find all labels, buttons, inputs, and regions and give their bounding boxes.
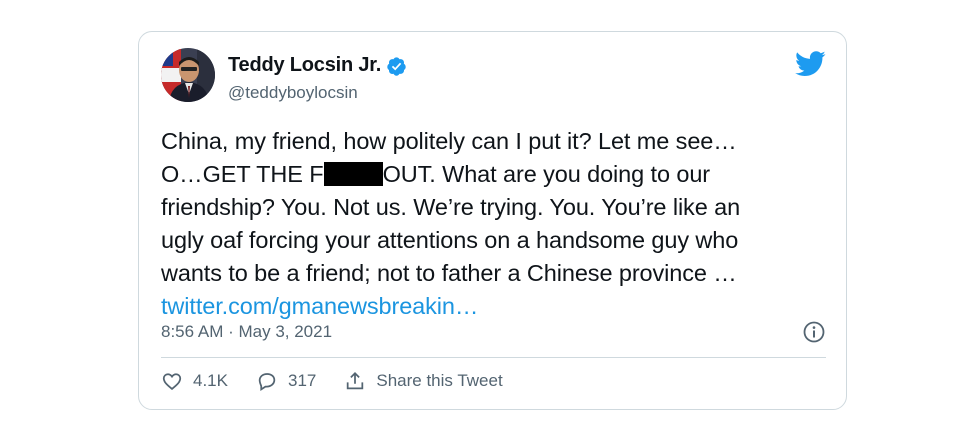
tweet-text-line: O…GET THE F OUT. What are you doing to ou… xyxy=(161,158,831,191)
like-count: 4.1K xyxy=(193,371,228,390)
tweet-text-line: ugly oaf forcing your attentions on a ha… xyxy=(161,227,739,253)
reply-bubble-icon xyxy=(258,373,276,391)
share-icon xyxy=(347,371,364,390)
like-button[interactable]: 4.1K xyxy=(161,370,228,392)
verified-badge-icon xyxy=(386,56,407,77)
tweet-text-line: friendship? You. Not us. We’re trying. Y… xyxy=(161,194,741,220)
tweet-timestamp[interactable]: 8:56 AM · May 3, 2021 xyxy=(161,322,332,342)
redaction-bar xyxy=(323,162,383,186)
tweet-text-line: wants to be a friend; not to father a Ch… xyxy=(161,260,737,286)
divider xyxy=(161,357,826,358)
tweet-link[interactable]: twitter.com/gmanewsbreakin… xyxy=(161,293,478,319)
info-icon[interactable] xyxy=(802,320,826,344)
tweet-text-segment: O…GET THE F xyxy=(161,161,324,187)
reply-count: 317 xyxy=(287,371,317,390)
tweet-text-segment: OUT. What are you doing to our xyxy=(382,161,711,187)
heart-icon xyxy=(162,373,182,390)
share-label: Share this Tweet xyxy=(376,371,503,390)
author-name[interactable]: Teddy Locsin Jr. xyxy=(228,54,381,77)
tweet-card: Teddy Locsin Jr. @teddyboylocsin China, … xyxy=(138,31,847,410)
author-name-row[interactable]: Teddy Locsin Jr. xyxy=(228,54,407,77)
tweet-text-line: China, my friend, how politely can I put… xyxy=(161,128,737,154)
twitter-bird-icon[interactable] xyxy=(795,51,826,77)
tweet-actions: 4.1K 317 Share this Tweet xyxy=(161,370,531,392)
avatar[interactable] xyxy=(161,48,215,102)
author-handle[interactable]: @teddyboylocsin xyxy=(228,83,358,103)
tweet-text: China, my friend, how politely can I put… xyxy=(161,125,831,323)
share-button[interactable]: Share this Tweet xyxy=(344,370,503,392)
reply-button[interactable]: 317 xyxy=(256,370,316,392)
